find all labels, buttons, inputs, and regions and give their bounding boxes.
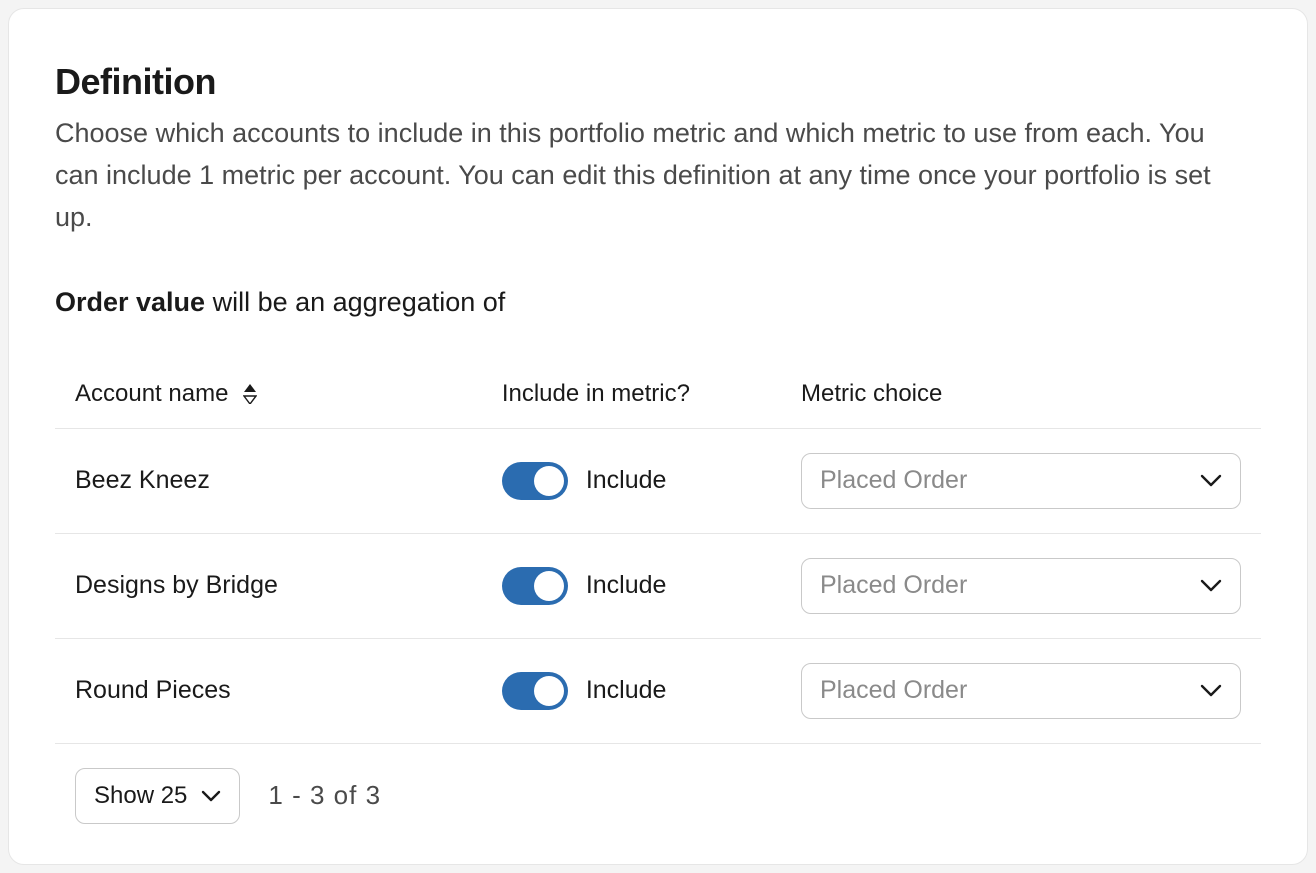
- metric-choice-value: Placed Order: [820, 571, 967, 600]
- page-size-label: Show 25: [94, 782, 187, 810]
- metric-choice-select[interactable]: Placed Order: [801, 558, 1241, 614]
- include-toggle[interactable]: [502, 672, 568, 710]
- chevron-down-icon: [1200, 676, 1222, 705]
- section-description: Choose which accounts to include in this…: [55, 113, 1255, 239]
- aggregation-rest: will be an aggregation of: [205, 287, 505, 317]
- column-header-label: Metric choice: [801, 380, 942, 407]
- table-row: Beez Kneez Include Placed Order: [55, 428, 1261, 533]
- account-name-cell: Designs by Bridge: [55, 533, 482, 638]
- accounts-table: Account name Include in metric? Metric c…: [55, 362, 1261, 744]
- column-header-metric-choice: Metric choice: [781, 362, 1261, 429]
- aggregation-metric-name: Order value: [55, 287, 205, 317]
- table-row: Round Pieces Include Placed Order: [55, 638, 1261, 743]
- metric-choice-value: Placed Order: [820, 676, 967, 705]
- column-header-account-name[interactable]: Account name: [55, 362, 482, 429]
- page-size-select[interactable]: Show 25: [75, 768, 240, 824]
- aggregation-line: Order value will be an aggregation of: [55, 287, 1261, 318]
- include-label: Include: [586, 571, 667, 600]
- account-name-cell: Beez Kneez: [55, 428, 482, 533]
- chevron-down-icon: [1200, 466, 1222, 495]
- metric-choice-value: Placed Order: [820, 466, 967, 495]
- include-label: Include: [586, 466, 667, 495]
- include-toggle[interactable]: [502, 462, 568, 500]
- pagination-range: 1 - 3 of 3: [268, 780, 381, 811]
- sort-icon[interactable]: [243, 384, 257, 404]
- metric-choice-select[interactable]: Placed Order: [801, 453, 1241, 509]
- column-header-label: Account name: [75, 380, 228, 407]
- definition-card: Definition Choose which accounts to incl…: [8, 8, 1308, 865]
- column-header-include: Include in metric?: [482, 362, 781, 429]
- account-name-cell: Round Pieces: [55, 638, 482, 743]
- section-title: Definition: [55, 61, 1261, 103]
- include-label: Include: [586, 676, 667, 705]
- chevron-down-icon: [1200, 571, 1222, 600]
- include-toggle[interactable]: [502, 567, 568, 605]
- table-footer: Show 25 1 - 3 of 3: [55, 768, 1261, 824]
- table-row: Designs by Bridge Include Placed Order: [55, 533, 1261, 638]
- column-header-label: Include in metric?: [502, 380, 690, 407]
- metric-choice-select[interactable]: Placed Order: [801, 663, 1241, 719]
- chevron-down-icon: [201, 782, 221, 810]
